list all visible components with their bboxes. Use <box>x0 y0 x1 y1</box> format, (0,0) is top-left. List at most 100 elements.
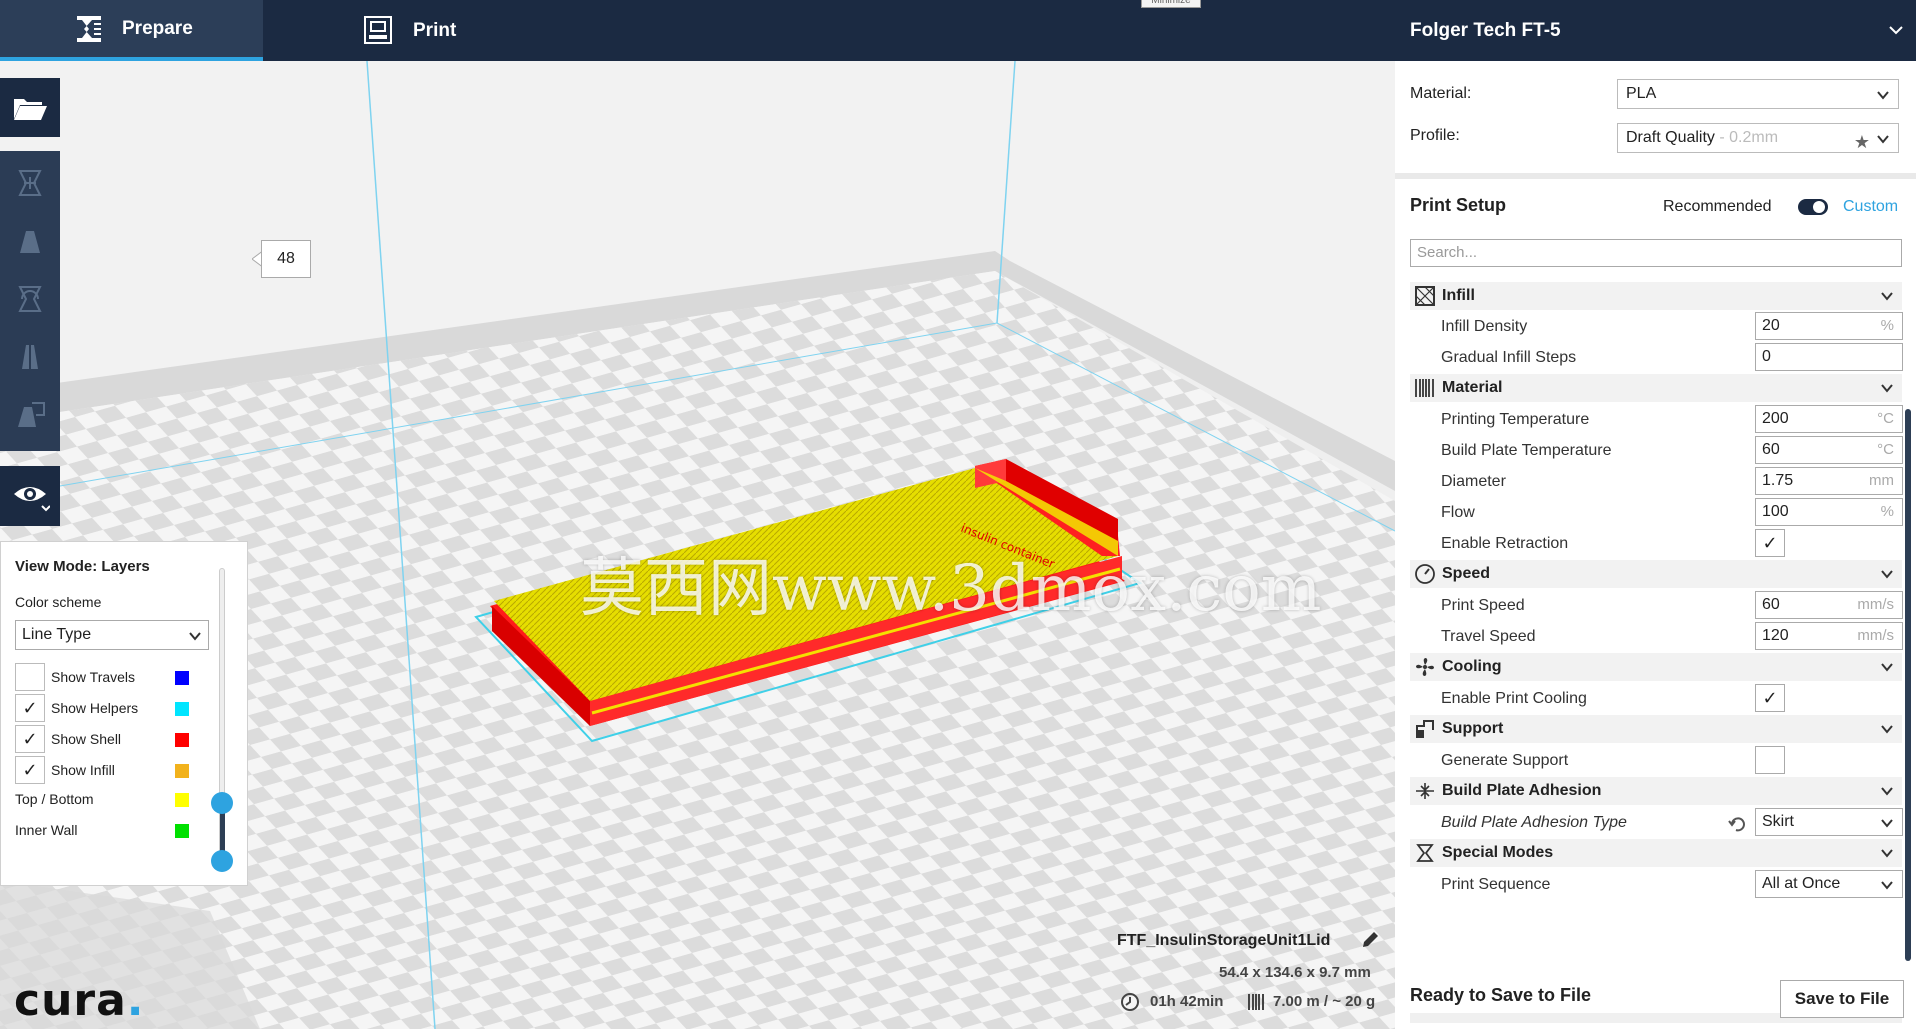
profile-value: Draft Quality <box>1626 129 1715 146</box>
reset-icon[interactable] <box>1728 816 1746 834</box>
object-name: FTF_InsulinStorageUnit1Lid <box>1117 932 1331 949</box>
bed-temp-field[interactable]: 60 °C <box>1755 436 1903 464</box>
print-speed-unit: mm/s <box>1857 596 1894 613</box>
color-scheme-select[interactable]: Line Type <box>15 620 209 650</box>
settings-scrollbar[interactable] <box>1905 409 1911 961</box>
gen-support-label: Generate Support <box>1441 752 1569 769</box>
print-speed-label: Print Speed <box>1441 597 1525 614</box>
print-temp-label: Printing Temperature <box>1441 411 1590 428</box>
show-shell-label: Show Shell <box>51 731 122 747</box>
category-speed[interactable]: Speed <box>1410 560 1902 588</box>
gradual-infill-value: 0 <box>1762 348 1771 365</box>
layer-slider-upper-handle[interactable] <box>211 792 233 814</box>
layer-number-field[interactable]: 48 <box>261 240 311 278</box>
profile-dropdown[interactable]: Draft Quality - 0.2mm ★ <box>1617 123 1899 153</box>
per-model-settings-icon[interactable] <box>12 397 48 433</box>
cura-logo: cura. <box>14 975 145 1026</box>
gen-support-checkbox[interactable] <box>1755 746 1785 774</box>
print-speed-field[interactable]: 60 mm/s <box>1755 591 1903 619</box>
transform-toolbar <box>0 151 60 451</box>
color-scheme-value: Line Type <box>22 626 92 643</box>
category-special-modes[interactable]: Special Modes <box>1410 839 1902 867</box>
category-material[interactable]: Material <box>1410 374 1902 402</box>
diameter-field[interactable]: 1.75 mm <box>1755 467 1903 495</box>
print-cooling-label: Enable Print Cooling <box>1441 690 1587 707</box>
view-mode-title: View Mode: Layers <box>15 558 150 575</box>
diameter-label: Diameter <box>1441 473 1506 490</box>
filament-spool-icon <box>1415 379 1434 397</box>
show-travels-checkbox[interactable] <box>15 663 45 691</box>
printer-icon <box>364 16 392 44</box>
star-icon[interactable]: ★ <box>1854 128 1870 156</box>
layer-slider-lower-handle[interactable] <box>211 850 233 872</box>
show-shell-checkbox[interactable]: ✓ <box>15 725 45 753</box>
open-file-button[interactable] <box>0 78 60 137</box>
category-cooling[interactable]: Cooling <box>1410 653 1902 681</box>
flow-field[interactable]: 100% <box>1755 498 1903 526</box>
travel-speed-label: Travel Speed <box>1441 628 1536 645</box>
filament-spool-icon <box>1248 994 1264 1010</box>
shell-color-swatch <box>175 733 189 747</box>
print-cooling-checkbox[interactable]: ✓ <box>1755 684 1785 712</box>
machine-selector[interactable]: Folger Tech FT-5 <box>1410 0 1561 61</box>
retraction-checkbox[interactable]: ✓ <box>1755 529 1785 557</box>
category-adhesion-label: Build Plate Adhesion <box>1442 782 1602 799</box>
inner-wall-color-swatch <box>175 824 189 838</box>
save-to-file-button[interactable]: Save to File <box>1780 980 1904 1018</box>
move-tool-icon[interactable] <box>12 165 48 201</box>
category-speed-label: Speed <box>1442 565 1491 582</box>
chevron-down-icon <box>1881 570 1893 579</box>
speedometer-icon <box>1415 564 1435 584</box>
mirror-tool-icon[interactable] <box>12 339 48 375</box>
eye-icon <box>14 487 50 512</box>
infill-density-field[interactable]: 20% <box>1755 312 1903 340</box>
travel-speed-field[interactable]: 120 mm/s <box>1755 622 1903 650</box>
flow-label: Flow <box>1441 504 1475 521</box>
top-bar: Prepare Print Folger Tech FT-5 <box>0 0 1916 61</box>
recommended-mode-link[interactable]: Recommended <box>1663 198 1772 216</box>
pencil-icon[interactable] <box>1360 930 1380 950</box>
cura-logo-dot: . <box>126 975 145 1026</box>
chevron-down-icon <box>189 632 201 641</box>
tab-prepare-label: Prepare <box>122 17 193 39</box>
prepare-icon <box>77 16 101 42</box>
bed-temp-unit: °C <box>1877 441 1894 458</box>
chevron-down-icon[interactable] <box>1888 22 1904 38</box>
custom-mode-link[interactable]: Custom <box>1843 198 1898 216</box>
tab-print[interactable]: Print <box>263 0 563 61</box>
helpers-color-swatch <box>175 702 189 716</box>
category-cooling-label: Cooling <box>1442 658 1502 675</box>
chevron-down-icon <box>1877 135 1889 144</box>
folder-open-icon <box>14 98 47 120</box>
material-dropdown[interactable]: PLA <box>1617 79 1899 109</box>
print-sequence-select[interactable]: All at Once <box>1755 870 1903 898</box>
view-mode-button[interactable] <box>0 466 60 526</box>
category-adhesion[interactable]: Build Plate Adhesion <box>1410 777 1902 805</box>
show-infill-checkbox[interactable]: ✓ <box>15 756 45 784</box>
print-setup-title: Print Setup <box>1410 195 1507 215</box>
print-temp-field[interactable]: 200 °C <box>1755 405 1903 433</box>
material-profile-section <box>1395 61 1916 173</box>
chevron-down-icon <box>1881 787 1893 796</box>
gradual-infill-field[interactable]: 0 <box>1755 343 1903 371</box>
rotate-tool-icon[interactable] <box>12 281 48 317</box>
ready-status: Ready to Save to File <box>1410 985 1592 1005</box>
infill-icon <box>1415 286 1435 306</box>
print-time: 01h 42min <box>1150 993 1224 1010</box>
adhesion-type-select[interactable]: Skirt <box>1755 808 1903 836</box>
category-material-label: Material <box>1442 379 1503 396</box>
chevron-down-icon <box>1881 819 1893 828</box>
show-infill-label: Show Infill <box>51 762 115 778</box>
show-helpers-checkbox[interactable]: ✓ <box>15 694 45 722</box>
scale-tool-icon[interactable] <box>12 223 48 259</box>
adhesion-icon <box>1416 783 1434 799</box>
mode-toggle[interactable] <box>1798 199 1828 215</box>
settings-search-input[interactable]: Search... <box>1410 239 1902 267</box>
view-mode-panel: View Mode: Layers Color scheme Line Type… <box>0 541 248 886</box>
category-infill[interactable]: Infill <box>1410 282 1902 310</box>
print-sequence-label: Print Sequence <box>1441 876 1551 893</box>
category-support[interactable]: Support <box>1410 715 1902 743</box>
tab-prepare[interactable]: Prepare <box>0 0 263 61</box>
top-bottom-color-swatch <box>175 793 189 807</box>
chevron-down-icon <box>1881 663 1893 672</box>
